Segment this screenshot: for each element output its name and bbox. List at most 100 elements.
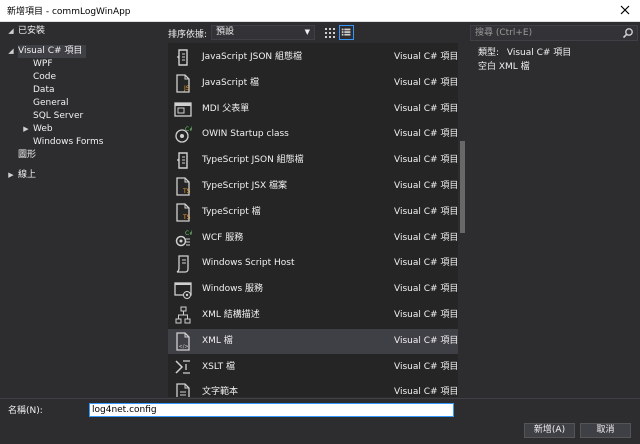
template-name: Windows Script Host — [202, 258, 295, 269]
grid-view-icon[interactable] — [322, 25, 337, 40]
title-bar: 新增項目 - commLogWinApp — [0, 0, 640, 22]
template-kind: Visual C# 項目 — [394, 155, 458, 166]
template-kind: Visual C# 項目 — [394, 103, 458, 114]
template-name: TypeScript 檔 — [202, 206, 261, 217]
template-list-scrollbar[interactable] — [458, 43, 467, 397]
tree-item-label: 線上 — [18, 170, 37, 180]
template-name: WCF 服務 — [202, 232, 244, 243]
tree-item-label: Windows Forms — [33, 137, 104, 147]
template-row[interactable]: </> XML 檔 Visual C# 項目 — [168, 328, 458, 354]
template-kind: Visual C# 項目 — [394, 258, 458, 269]
tree-item-label: Visual C# 項目 — [18, 46, 83, 56]
tree-item[interactable]: ▶ 線上 — [8, 169, 37, 182]
tree-item-label: 已安裝 — [18, 26, 46, 36]
tree-item[interactable]: Data — [33, 84, 55, 97]
owin-class-icon: C# — [175, 126, 192, 144]
template-row[interactable]: 文字範本 Visual C# 項目 — [168, 380, 458, 397]
tree-item-label: WPF — [33, 59, 53, 69]
xml-file-icon: </> — [176, 332, 190, 351]
template-name: 文字範本 — [202, 387, 239, 397]
template-row[interactable]: Windows Script Host Visual C# 項目 — [168, 251, 458, 276]
javascript-file-icon: JS — [176, 74, 190, 93]
template-kind: Visual C# 項目 — [394, 206, 458, 217]
type-value: Visual C# 項目 — [506, 48, 572, 58]
svg-text:</>: </> — [179, 344, 189, 350]
template-kind: Visual C# 項目 — [394, 129, 458, 140]
tree-item[interactable]: Code — [33, 71, 56, 84]
template-name: JavaScript JSON 組態檔 — [202, 52, 303, 62]
xml-schema-icon — [175, 306, 191, 324]
template-row[interactable]: JS JavaScript 檔 Visual C# 項目 — [168, 71, 458, 96]
json-config-icon — [176, 49, 188, 66]
sort-bar: 排序依據: 預設 ▼ — [168, 25, 458, 41]
typescript-file-icon: TS — [176, 203, 191, 222]
template-row[interactable]: C# OWIN Startup class Visual C# 項目 — [168, 122, 458, 147]
template-name: OWIN Startup class — [202, 129, 289, 140]
sort-value: 預設 — [216, 27, 235, 37]
template-kind: Visual C# 項目 — [394, 387, 458, 397]
tree-item[interactable]: General — [33, 97, 68, 110]
template-row[interactable]: TS TypeScript 檔 Visual C# 項目 — [168, 200, 458, 225]
type-label: 類型: — [478, 48, 500, 58]
template-kind: Visual C# 項目 — [394, 335, 458, 346]
template-row[interactable]: JavaScript JSON 組態檔 Visual C# 項目 — [168, 45, 458, 70]
search-icon[interactable] — [622, 27, 634, 39]
tree-item[interactable]: WPF — [33, 58, 53, 71]
search-placeholder: 搜尋 (Ctrl+E) — [475, 28, 533, 38]
template-name: XML 結構描述 — [202, 310, 260, 320]
category-tree: ◢ 已安裝 ◢ Visual C# 項目 WPF Code Data General SQL S… — [0, 23, 160, 397]
template-row[interactable]: C# WCF 服務 Visual C# 項目 — [168, 226, 458, 251]
xslt-file-icon — [175, 359, 190, 374]
chevron-down-icon[interactable]: ◢ — [7, 25, 15, 38]
search-box[interactable]: 搜尋 (Ctrl+E) — [470, 25, 638, 41]
tree-item-label: General — [33, 98, 69, 108]
template-row[interactable]: TypeScript JSON 組態檔 Visual C# 項目 — [168, 148, 458, 173]
script-host-icon — [176, 255, 189, 274]
template-name: TypeScript JSON 組態檔 — [202, 155, 304, 166]
template-row[interactable]: XSLT 檔 Visual C# 項目 — [168, 355, 458, 380]
chevron-down-icon: ▼ — [304, 28, 310, 36]
template-name: MDI 父表單 — [202, 103, 250, 114]
sort-dropdown[interactable]: 預設 ▼ — [211, 25, 315, 40]
mdi-form-icon — [174, 101, 192, 117]
template-kind: Visual C# 項目 — [394, 181, 458, 191]
cancel-button[interactable]: 取消 — [580, 423, 631, 438]
tree-item[interactable]: ◢ Visual C# 項目 — [8, 45, 87, 58]
tree-item-label: 圖形 — [18, 150, 37, 160]
tree-item[interactable]: ▶ Web — [23, 123, 53, 136]
template-kind: Visual C# 項目 — [394, 284, 458, 295]
name-field[interactable]: log4net.config — [89, 403, 454, 417]
json-config-icon — [176, 152, 188, 169]
template-name: JavaScript 檔 — [202, 77, 259, 88]
scrollbar-thumb[interactable] — [460, 141, 465, 233]
tree-item[interactable]: 圖形 — [18, 149, 36, 162]
template-row[interactable]: TS TypeScript JSX 檔案 Visual C# 項目 — [168, 174, 458, 199]
windows-service-icon — [174, 282, 192, 300]
tree-item[interactable]: Windows Forms — [33, 136, 103, 149]
template-name: Windows 服務 — [202, 284, 264, 295]
template-row[interactable]: XML 結構描述 Visual C# 項目 — [168, 303, 458, 328]
bottom-bar: 名稱(N): log4net.config 新增(A) 取消 — [0, 398, 640, 444]
tree-item[interactable]: SQL Server — [33, 110, 83, 123]
tree-item-label: Code — [33, 72, 57, 82]
list-view-icon[interactable] — [339, 25, 354, 40]
template-row[interactable]: Windows 服務 Visual C# 項目 — [168, 277, 458, 302]
template-row[interactable]: MDI 父表單 Visual C# 項目 — [168, 97, 458, 122]
name-label: 名稱(N): — [8, 406, 43, 416]
add-button[interactable]: 新增(A) — [524, 423, 575, 438]
template-kind: Visual C# 項目 — [394, 361, 458, 372]
template-name: XSLT 檔 — [202, 361, 236, 372]
svg-text:TS: TS — [182, 188, 191, 195]
window-title: 新增項目 - commLogWinApp — [7, 7, 131, 17]
chevron-right-icon[interactable]: ▶ — [22, 123, 30, 136]
close-icon[interactable] — [618, 3, 632, 17]
tree-item-label: Web — [33, 124, 53, 134]
chevron-down-icon[interactable]: ◢ — [7, 45, 15, 58]
template-kind: Visual C# 項目 — [394, 52, 458, 62]
tree-item[interactable]: ◢ 已安裝 — [8, 25, 46, 38]
tree-item-label: SQL Server — [33, 111, 84, 121]
chevron-right-icon[interactable]: ▶ — [7, 169, 15, 182]
template-kind: Visual C# 項目 — [394, 232, 458, 243]
sort-label: 排序依據: — [168, 29, 208, 40]
text-template-icon — [176, 383, 190, 397]
